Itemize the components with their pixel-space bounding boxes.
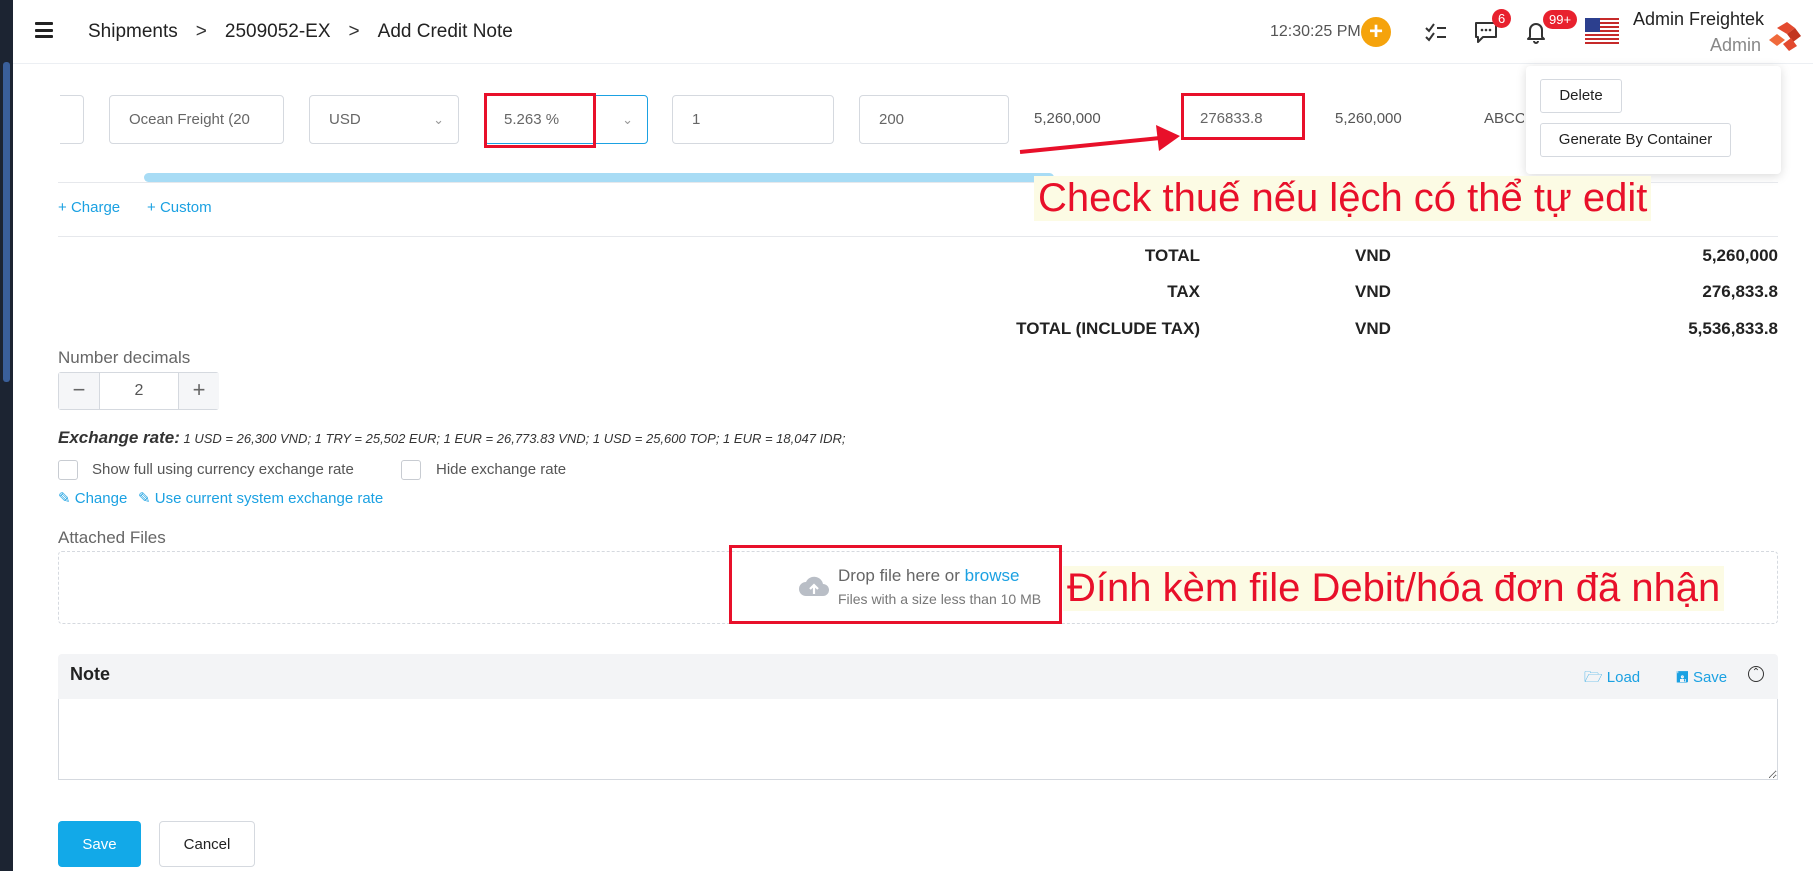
tax-currency: VND <box>1355 282 1391 301</box>
row-partial-field[interactable] <box>60 95 84 144</box>
total-value: 5,260,000 <box>1335 110 1402 127</box>
total-include-tax-currency: VND <box>1355 319 1391 338</box>
note-textarea[interactable] <box>58 699 1778 780</box>
dropzone-highlight <box>729 545 1062 624</box>
note-header <box>58 654 1778 699</box>
floppy-icon: 🖪 <box>1676 669 1693 686</box>
show-full-rate-label: Show full using currency exchange rate <box>92 461 354 478</box>
decrement-button[interactable]: − <box>59 373 99 409</box>
folder-icon: 🗁 <box>1584 669 1607 686</box>
note-save-button[interactable]: 🖪 Save <box>1676 667 1727 692</box>
breadcrumb-separator: > <box>195 21 207 42</box>
total-currency: VND <box>1355 246 1391 265</box>
charge-description-field[interactable]: Ocean Freight (20 <box>109 95 284 144</box>
total-label: TOTAL <box>1144 246 1200 265</box>
note-load-button[interactable]: 🗁 Load <box>1584 667 1640 692</box>
avatar[interactable] <box>1763 14 1803 52</box>
save-button[interactable]: Save <box>58 821 141 867</box>
tax-amount-highlight <box>1181 93 1305 140</box>
horizontal-scrollbar[interactable] <box>144 173 1054 182</box>
menu-icon[interactable] <box>35 22 53 38</box>
use-current-rate-link[interactable]: ✎ Use current system exchange rate <box>138 489 383 507</box>
increment-button[interactable]: + <box>179 373 219 409</box>
chevron-down-icon: ⌄ <box>433 112 444 127</box>
collapse-icon[interactable]: ⌃ <box>1748 666 1764 682</box>
us-flag-icon[interactable] <box>1585 18 1619 44</box>
exchange-rate-line: Exchange rate: 1 USD = 26,300 VND; 1 TRY… <box>58 428 846 448</box>
tax-label: TAX <box>1167 282 1200 301</box>
decimals-input[interactable]: 2 <box>99 373 179 409</box>
change-rate-link[interactable]: ✎ Change <box>58 489 127 507</box>
chevron-down-icon: ⌄ <box>622 112 633 127</box>
unit-price-field[interactable]: 200 <box>859 95 1009 144</box>
total-include-tax-amount: 5,536,833.8 <box>1688 319 1778 338</box>
breadcrumb: Shipments >2509052-EX > Add Credit Note <box>88 21 513 43</box>
arrow-icon <box>1019 125 1180 154</box>
currency-select[interactable]: USD ⌄ <box>309 95 459 144</box>
add-custom-link[interactable]: + Custom <box>147 199 212 216</box>
decimals-stepper: − 2 + <box>58 372 219 410</box>
tax-annotation: Check thuế nếu lệch có thể tự edit <box>1034 176 1652 221</box>
attached-files-label: Attached Files <box>58 528 166 547</box>
divider <box>58 236 1778 237</box>
notifications-badge: 99+ <box>1543 10 1578 29</box>
currency-value: USD <box>329 111 361 128</box>
file-annotation: Đính kèm file Debit/hóa đơn đã nhận <box>1063 566 1725 611</box>
add-charge-link[interactable]: + Charge <box>58 199 120 216</box>
exchange-rate-values: 1 USD = 26,300 VND; 1 TRY = 25,502 EUR; … <box>183 431 846 446</box>
breadcrumb-current: Add Credit Note <box>377 21 513 42</box>
tax-total-amount: 276,833.8 <box>1702 282 1778 301</box>
delete-button[interactable]: Delete <box>1540 79 1622 113</box>
pencil-icon: ✎ <box>138 490 155 507</box>
quick-add-button[interactable]: + <box>1361 17 1391 47</box>
hide-rate-label: Hide exchange rate <box>436 461 567 478</box>
quantity-field[interactable]: 1 <box>672 95 834 144</box>
generate-by-container-button[interactable]: Generate By Container <box>1540 123 1731 157</box>
breadcrumb-separator: > <box>348 21 360 42</box>
left-sidebar-strip <box>0 0 13 871</box>
number-decimals-label: Number decimals <box>58 348 191 367</box>
partner-value: ABCCO <box>1484 110 1524 127</box>
breadcrumb-shipments[interactable]: Shipments <box>88 21 178 42</box>
total-include-tax-label: TOTAL (INCLUDE TAX) <box>1016 319 1200 338</box>
tasks-check-icon[interactable] <box>1422 18 1450 46</box>
plus-icon: + <box>147 199 160 216</box>
plus-icon: + <box>58 199 71 216</box>
show-full-rate-checkbox[interactable] <box>58 460 78 480</box>
cancel-button[interactable]: Cancel <box>159 821 255 867</box>
note-title: Note <box>70 664 110 684</box>
total-amount: 5,260,000 <box>1702 246 1778 265</box>
tax-rate-highlight <box>484 93 596 148</box>
user-name[interactable]: Admin Freightek <box>1633 9 1764 30</box>
user-role: Admin <box>1710 35 1762 55</box>
sidebar-scroll-thumb[interactable] <box>3 62 10 382</box>
exchange-rate-label: Exchange rate: <box>58 428 180 447</box>
hide-rate-checkbox[interactable] <box>401 460 421 480</box>
clock: 12:30:25 PM <box>1270 23 1361 40</box>
pencil-icon: ✎ <box>58 490 75 507</box>
breadcrumb-shipment-id[interactable]: 2509052-EX <box>225 21 331 42</box>
